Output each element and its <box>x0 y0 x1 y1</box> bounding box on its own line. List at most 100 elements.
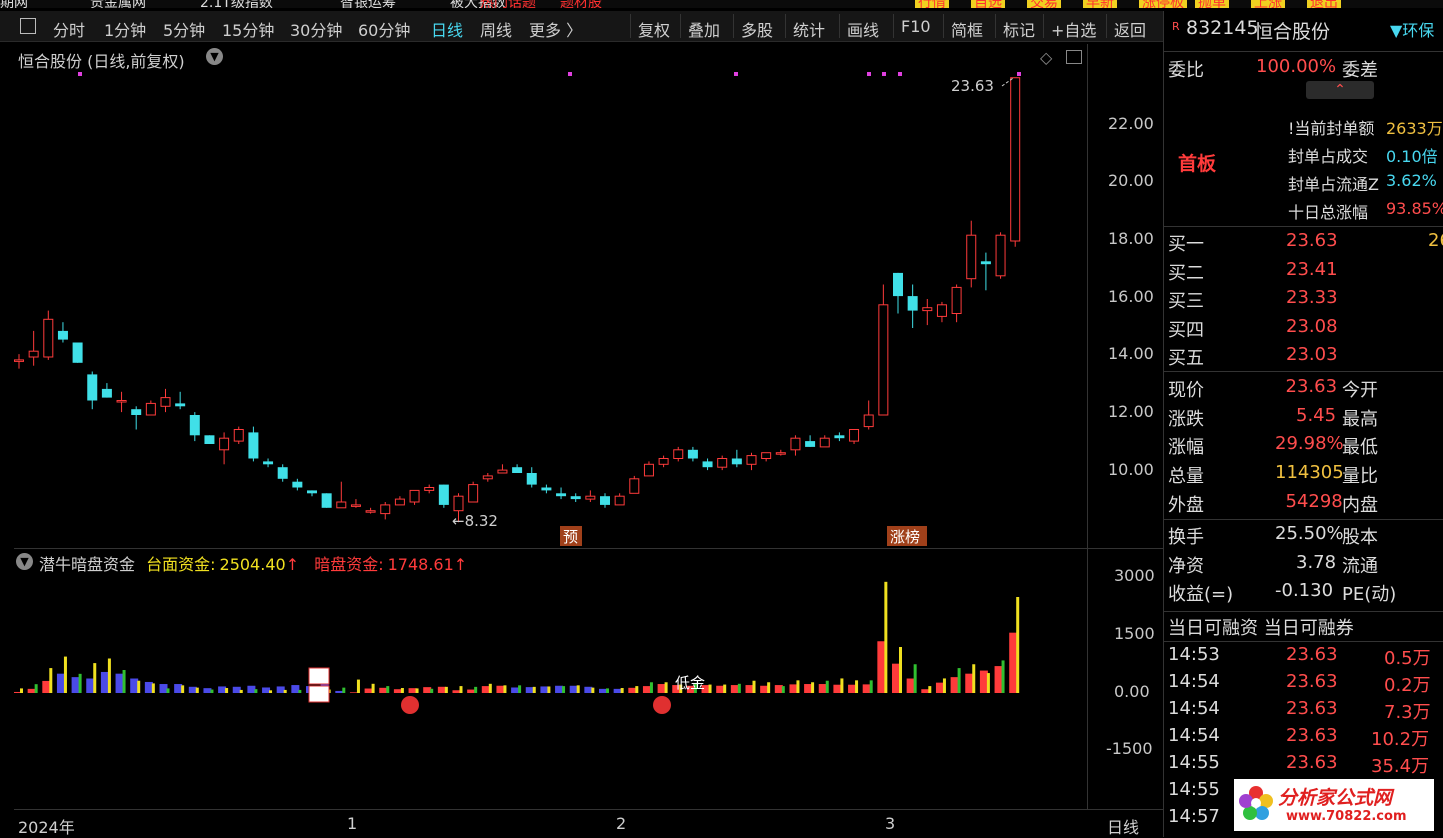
candle-body[interactable] <box>629 478 640 494</box>
top-strip-item[interactable]: 智银运筹 <box>340 0 396 8</box>
candle-body[interactable] <box>57 330 68 340</box>
candle-body[interactable] <box>834 435 845 439</box>
candle-body[interactable] <box>160 397 171 407</box>
candle-body[interactable] <box>321 493 332 508</box>
period-tab[interactable]: 5分钟 <box>163 17 205 41</box>
top-strip-item[interactable]: 2.1T级指数 <box>200 0 273 8</box>
candle-body[interactable] <box>145 402 156 416</box>
top-strip-hot[interactable]: 热门话题 <box>480 0 536 8</box>
candle-body[interactable] <box>878 304 889 416</box>
candle-body[interactable] <box>687 449 698 459</box>
collapse-icon[interactable]: ⌃ <box>1306 81 1374 99</box>
candle-body[interactable] <box>263 461 274 465</box>
candle-body[interactable] <box>175 403 186 407</box>
buy-price[interactable]: 23.33 <box>1286 287 1338 308</box>
diamond-icon[interactable]: ◇ <box>1040 48 1052 67</box>
candle-body[interactable] <box>365 510 376 513</box>
candle-body[interactable] <box>248 432 259 459</box>
candle-body[interactable] <box>966 234 977 280</box>
top-strip-tag[interactable]: 行情 <box>915 0 949 8</box>
candle-body[interactable] <box>116 400 127 403</box>
toolbar-action[interactable]: 复权 <box>638 17 670 41</box>
candle-body[interactable] <box>893 272 903 297</box>
candle-body[interactable] <box>746 455 757 465</box>
candle-body[interactable] <box>1010 77 1021 242</box>
candle-body[interactable] <box>72 342 83 363</box>
top-strip-tag[interactable]: 抛单 <box>1195 0 1229 8</box>
candle-body[interactable] <box>131 409 142 415</box>
toolbar-action[interactable]: 画线 <box>847 17 879 41</box>
candle-body[interactable] <box>204 435 215 444</box>
toolbar-action[interactable]: 多股 <box>741 17 773 41</box>
candle-body[interactable] <box>307 490 317 494</box>
candle-body[interactable] <box>790 437 801 451</box>
candle-body[interactable] <box>438 484 449 505</box>
candle-body[interactable] <box>922 307 933 312</box>
candle-body[interactable] <box>482 475 493 480</box>
toolbar-action[interactable]: 叠加 <box>688 17 720 41</box>
candle-body[interactable] <box>350 504 361 507</box>
top-strip-hot[interactable]: 题材股 <box>560 0 602 8</box>
candle-body[interactable] <box>292 481 303 488</box>
period-tab[interactable]: 60分钟 <box>358 17 410 41</box>
top-strip-tag[interactable]: 上涨 <box>1251 0 1285 8</box>
chevron-down-icon[interactable]: ▼ <box>206 48 223 65</box>
candle-body[interactable] <box>863 414 874 428</box>
candle-body[interactable] <box>761 452 772 460</box>
period-tab[interactable]: 15分钟 <box>222 17 274 41</box>
period-tab[interactable]: 日线 <box>431 17 463 41</box>
candle-body[interactable] <box>380 504 391 515</box>
candle-body[interactable] <box>541 487 552 491</box>
candle-body[interactable] <box>453 495 464 512</box>
toolbar-action[interactable]: 标记 <box>1003 17 1035 41</box>
period-tab[interactable]: 1分钟 <box>104 17 146 41</box>
candle-body[interactable] <box>526 473 537 485</box>
candle-body[interactable] <box>14 359 24 362</box>
toolbar-action[interactable]: +自选 <box>1051 17 1096 41</box>
layout-icon[interactable] <box>1066 50 1082 64</box>
candle-body[interactable] <box>409 489 420 503</box>
candle-body[interactable] <box>995 234 1006 277</box>
candle-body[interactable] <box>424 487 435 491</box>
candle-body[interactable] <box>673 449 684 459</box>
candle-body[interactable] <box>819 437 830 448</box>
top-strip-tag[interactable]: 交易 <box>1027 0 1061 8</box>
candle-body[interactable] <box>849 429 860 442</box>
candle-body[interactable] <box>101 388 112 398</box>
period-tab[interactable]: 更多 〉 <box>529 17 582 41</box>
candle-body[interactable] <box>951 286 962 314</box>
candle-body[interactable] <box>497 469 508 474</box>
buy-price[interactable]: 23.03 <box>1286 344 1338 365</box>
buy-price[interactable]: 23.41 <box>1286 259 1338 280</box>
candle-body[interactable] <box>394 498 405 506</box>
top-strip-tag[interactable]: 退出 <box>1307 0 1341 8</box>
top-strip-item[interactable]: 期网 <box>0 0 28 8</box>
toolbar-action[interactable]: 简框 <box>951 17 983 41</box>
candle-body[interactable] <box>731 458 742 465</box>
candle-body[interactable] <box>980 261 991 265</box>
candle-body[interactable] <box>233 429 244 442</box>
main-kline-chart[interactable]: 23.63 ←8.32 预 涨榜 <box>14 44 1086 547</box>
period-button[interactable]: 日线 <box>1107 814 1139 838</box>
period-tab[interactable]: 30分钟 <box>290 17 342 41</box>
period-tab[interactable]: 分时 <box>53 17 85 41</box>
period-tab[interactable]: 周线 <box>480 17 512 41</box>
sector-button[interactable]: ▼环保 <box>1390 17 1434 41</box>
top-strip-item[interactable]: 贵金属网 <box>90 0 146 8</box>
top-strip-tag[interactable]: 早新 <box>1083 0 1117 8</box>
buy-price[interactable]: 23.63 <box>1286 230 1338 251</box>
candle-body[interactable] <box>775 452 786 455</box>
candle-body[interactable] <box>600 496 610 505</box>
toolbar-action[interactable]: 统计 <box>793 17 825 41</box>
candle-body[interactable] <box>805 441 816 447</box>
top-strip-tag[interactable]: 涨停板 <box>1139 0 1187 8</box>
indicator-menu-icon[interactable]: ▼ <box>16 553 33 570</box>
candle-body[interactable] <box>512 467 523 473</box>
candle-body[interactable] <box>614 495 625 506</box>
toolbar-action[interactable]: F10 <box>901 17 931 36</box>
candle-body[interactable] <box>643 463 654 477</box>
candle-body[interactable] <box>907 296 918 311</box>
candle-body[interactable] <box>219 437 230 451</box>
candle-body[interactable] <box>189 415 200 436</box>
candle-body[interactable] <box>585 495 596 500</box>
